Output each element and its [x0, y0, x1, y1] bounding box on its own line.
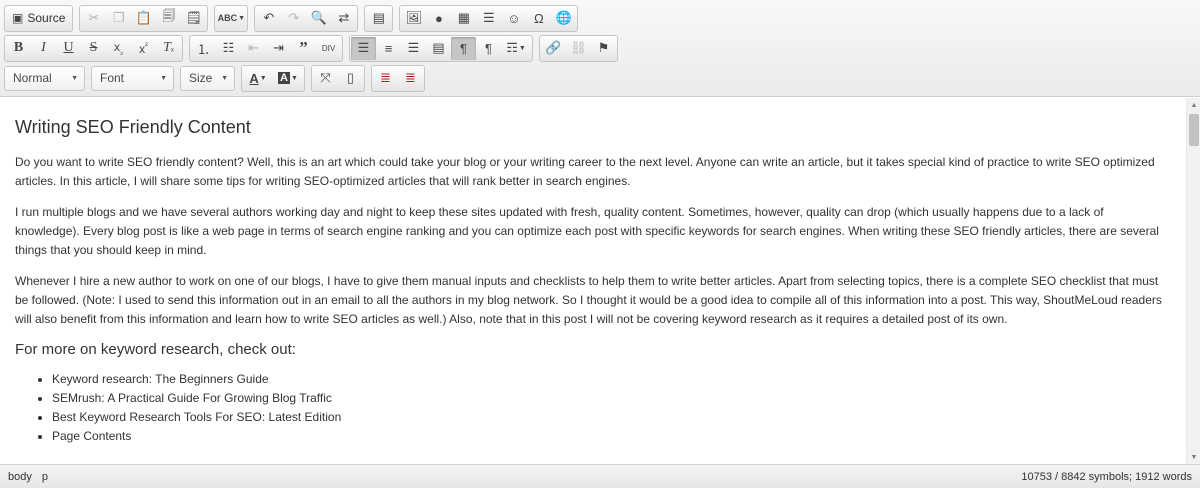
- show-blocks-icon[interactable]: ▯: [338, 67, 363, 90]
- flash-icon[interactable]: ●: [426, 7, 451, 30]
- font-select-value: Font: [100, 71, 125, 85]
- scroll-up-icon[interactable]: ▲: [1187, 98, 1200, 112]
- list-item: Best Keyword Research Tools For SEO: Lat…: [52, 408, 1171, 427]
- chevron-down-icon: ▼: [160, 74, 167, 82]
- align-center-icon[interactable]: ≡: [376, 37, 401, 60]
- font-select[interactable]: Font ▼: [91, 65, 174, 91]
- ltr-icon[interactable]: ¶: [451, 36, 476, 60]
- subscript-icon[interactable]: x₂: [106, 37, 131, 60]
- colors-group: A ▼ A ▼: [241, 64, 305, 92]
- special-char-icon[interactable]: Ω: [526, 7, 551, 30]
- basic-styles-group: B I U S x₂ x² Tₓ: [4, 34, 183, 62]
- rtl-icon[interactable]: ¶: [476, 37, 501, 60]
- paste-icon[interactable]: 📋: [131, 7, 156, 30]
- select-group: ▤: [364, 4, 394, 32]
- status-bar: body p 10753 / 8842 symbols; 1912 words: [0, 464, 1200, 488]
- page-break-icon[interactable]: ≣: [373, 67, 398, 90]
- editor-content[interactable]: Writing SEO Friendly Content Do you want…: [0, 98, 1186, 464]
- list-item: Keyword research: The Beginners Guide: [52, 370, 1171, 389]
- extra-group: ≣ ≣: [371, 64, 425, 92]
- clear-formatting-icon[interactable]: ≣: [398, 67, 423, 90]
- iframe-icon[interactable]: 🌐: [551, 7, 576, 30]
- spellcheck-group: ABC ▼: [214, 4, 249, 32]
- source-icon: ▣: [12, 11, 24, 25]
- vertical-scrollbar[interactable]: ▲ ▼: [1186, 98, 1200, 464]
- maximize-icon[interactable]: ⤧: [313, 67, 338, 90]
- keyword-list: Keyword research: The Beginners Guide SE…: [52, 370, 1171, 446]
- toolbar-row-3: Normal ▼ Font ▼ Size ▼ A ▼ A ▼ ⤧ ▯ ≣ ≣: [4, 64, 431, 92]
- spellcheck-icon[interactable]: ABC ▼: [216, 7, 246, 30]
- paste-word-icon[interactable]: 🗒: [181, 7, 206, 30]
- path-p[interactable]: p: [42, 471, 48, 483]
- underline-icon[interactable]: U: [56, 37, 81, 60]
- find-icon[interactable]: 🔍: [306, 7, 331, 30]
- link-icon[interactable]: 🔗: [541, 37, 566, 60]
- unlink-icon[interactable]: ⛓: [566, 37, 591, 60]
- horizontal-rule-icon[interactable]: ☰: [476, 7, 501, 30]
- paragraph-2: I run multiple blogs and we have several…: [15, 205, 1159, 257]
- source-button[interactable]: ▣ Source: [6, 7, 71, 30]
- editor-toolbar: ▣ Source ✂ ❐ 📋 🗐 🗒 ABC▼ ↶ ↷ 🔍 ⇄ ▤ 🖼 ● ▦: [0, 0, 1200, 97]
- align-right-icon[interactable]: ☰: [401, 37, 426, 60]
- list-item: Page Contents: [52, 427, 1171, 446]
- scroll-down-icon[interactable]: ▼: [1187, 450, 1200, 464]
- div-container-icon[interactable]: DIV: [316, 37, 341, 60]
- article-title: Writing SEO Friendly Content: [15, 117, 251, 137]
- smiley-icon[interactable]: ☺: [501, 7, 526, 30]
- remove-format-icon[interactable]: Tₓ: [156, 37, 181, 60]
- copy-icon[interactable]: ❐: [106, 7, 131, 30]
- redo-icon[interactable]: ↷: [281, 7, 306, 30]
- links-group: 🔗 ⛓ ⚑: [539, 34, 618, 62]
- bulleted-list-icon[interactable]: ☷: [216, 37, 241, 60]
- document-group: ▣ Source: [4, 4, 74, 32]
- list-item: SEMrush: A Practical Guide For Growing B…: [52, 389, 1171, 408]
- insert-group: 🖼 ● ▦ ☰ ☺ Ω 🌐: [399, 4, 579, 32]
- size-select[interactable]: Size ▼: [180, 65, 235, 91]
- superscript-icon[interactable]: x²: [131, 37, 156, 60]
- format-select[interactable]: Normal ▼: [4, 65, 85, 91]
- size-select-value: Size: [189, 71, 213, 85]
- outdent-icon[interactable]: ⇤: [241, 37, 266, 60]
- anchor-icon[interactable]: ⚑: [591, 37, 616, 60]
- scroll-thumb[interactable]: [1189, 114, 1199, 146]
- bold-icon[interactable]: B: [6, 37, 31, 60]
- word-counter: 10753 / 8842 symbols; 1912 words: [1021, 470, 1192, 483]
- clipboard-group: ✂ ❐ 📋 🗐 🗒: [79, 4, 209, 32]
- toolbar-row-2: B I U S x₂ x² Tₓ ⒈ ☷ ⇤ ⇥ ” DIV ☰ ≡ ☰ ▤ ¶…: [4, 34, 624, 62]
- undo-icon[interactable]: ↶: [256, 7, 281, 30]
- text-color-icon[interactable]: A ▼: [243, 67, 273, 90]
- subheading: For more on keyword research, check out:: [15, 341, 296, 358]
- numbered-list-icon[interactable]: ⒈: [191, 37, 216, 60]
- strikethrough-icon[interactable]: S: [81, 37, 106, 60]
- justify-icon[interactable]: ▤: [426, 37, 451, 60]
- source-label: Source: [27, 11, 66, 25]
- replace-icon[interactable]: ⇄: [331, 7, 356, 30]
- format-select-value: Normal: [13, 71, 52, 85]
- image-icon[interactable]: 🖼: [401, 7, 426, 30]
- cut-icon[interactable]: ✂: [81, 7, 106, 30]
- toolbar-row-1: ▣ Source ✂ ❐ 📋 🗐 🗒 ABC▼ ↶ ↷ 🔍 ⇄ ▤ 🖼 ● ▦: [4, 4, 584, 32]
- chevron-down-icon: ▼: [221, 74, 228, 82]
- italic-icon[interactable]: I: [31, 37, 56, 60]
- blockquote-icon[interactable]: ”: [291, 37, 316, 60]
- path-body[interactable]: body: [8, 471, 32, 483]
- paragraph-3: Whenever I hire a new author to work on …: [15, 274, 1162, 326]
- align-left-icon[interactable]: ☰: [351, 36, 376, 60]
- tools-group: ⤧ ▯: [311, 64, 365, 92]
- select-all-icon[interactable]: ▤: [366, 7, 391, 30]
- paragraph-group: ⒈ ☷ ⇤ ⇥ ” DIV: [189, 34, 343, 62]
- undo-group: ↶ ↷ 🔍 ⇄: [254, 4, 359, 32]
- indent-icon[interactable]: ⇥: [266, 37, 291, 60]
- table-icon[interactable]: ▦: [451, 7, 476, 30]
- paste-text-icon[interactable]: 🗐: [156, 7, 181, 30]
- paragraph-1: Do you want to write SEO friendly conten…: [15, 155, 1155, 188]
- chevron-down-icon: ▼: [71, 74, 78, 82]
- align-group: ☰ ≡ ☰ ▤ ¶ ¶ ☶ ▼: [349, 34, 533, 62]
- language-icon[interactable]: ☶ ▼: [501, 37, 531, 60]
- background-color-icon[interactable]: A ▼: [273, 67, 303, 90]
